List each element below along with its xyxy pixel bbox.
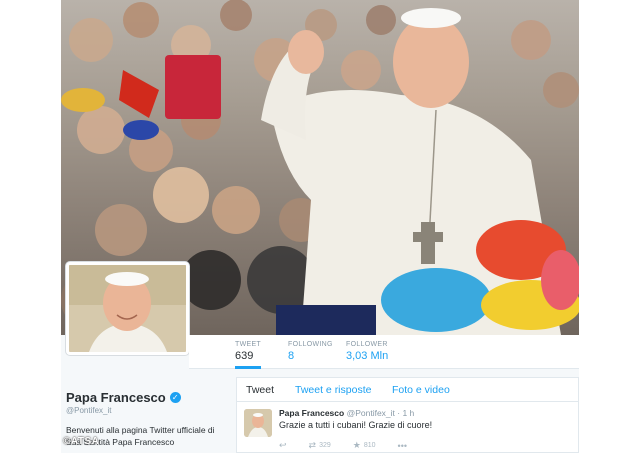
stat-following[interactable]: FOLLOWING 8: [288, 341, 333, 362]
retweet-button[interactable]: ⇄ 329: [309, 440, 331, 451]
stat-tweets[interactable]: TWEET 639: [235, 341, 261, 369]
profile-stats-bar: TWEET 639 FOLLOWING 8 FOLLOWER 3,03 Mln: [189, 335, 579, 369]
favorite-count: 810: [363, 442, 376, 449]
stat-value: 8: [288, 350, 295, 362]
tweet-item[interactable]: Papa Francesco @Pontifex_it · 1 h Grazie…: [237, 402, 578, 453]
stat-label: FOLLOWING: [288, 341, 333, 348]
tweet-avatar[interactable]: [244, 409, 272, 437]
profile-name-row: Papa Francesco ✓: [66, 390, 236, 405]
tab-photos-videos[interactable]: Foto e video: [392, 384, 450, 396]
reply-icon: ↩: [279, 440, 287, 450]
retweet-count: 329: [319, 442, 331, 449]
favorite-button[interactable]: ★ 810: [353, 440, 376, 451]
tab-tweet-replies[interactable]: Tweet e risposte: [295, 384, 371, 396]
twitter-profile-page: TWEET 639 FOLLOWING 8 FOLLOWER 3,03 Mln …: [61, 0, 579, 453]
tweet-actions: ↩ ⇄ 329 ★ 810 •••: [279, 440, 429, 451]
tweet-author[interactable]: Papa Francesco: [279, 408, 344, 418]
reply-button[interactable]: ↩: [279, 440, 287, 451]
tweet-handle[interactable]: @Pontifex_it: [347, 408, 395, 418]
stat-label: FOLLOWER: [346, 341, 388, 348]
timeline-tabs: Tweet Tweet e risposte Foto e video: [237, 378, 578, 402]
retweet-icon: ⇄: [308, 440, 317, 450]
tweet-time[interactable]: · 1 h: [397, 408, 414, 418]
tweet-header: Papa Francesco @Pontifex_it · 1 h: [279, 408, 414, 418]
tab-tweet[interactable]: Tweet: [246, 384, 274, 396]
more-button[interactable]: •••: [398, 441, 407, 451]
more-icon: •••: [397, 440, 407, 451]
profile-name[interactable]: Papa Francesco: [66, 390, 166, 405]
profile-avatar[interactable]: [66, 262, 189, 355]
avatar-image: [69, 265, 186, 352]
tweet-timeline: Tweet Tweet e risposte Foto e video Papa…: [236, 377, 579, 453]
watermark: ©ATSA: [63, 436, 100, 447]
tweet-text: Grazie a tutti i cubani! Grazie di cuore…: [279, 420, 433, 430]
stat-followers[interactable]: FOLLOWER 3,03 Mln: [346, 341, 388, 362]
stat-label: TWEET: [235, 341, 261, 348]
stat-value: 3,03 Mln: [346, 350, 389, 362]
tweet-avatar-image: [244, 409, 272, 437]
profile-handle[interactable]: @Pontifex_it: [66, 406, 236, 415]
star-icon: ★: [352, 440, 361, 450]
verified-icon: ✓: [169, 392, 181, 403]
stat-value: 639: [235, 350, 254, 362]
